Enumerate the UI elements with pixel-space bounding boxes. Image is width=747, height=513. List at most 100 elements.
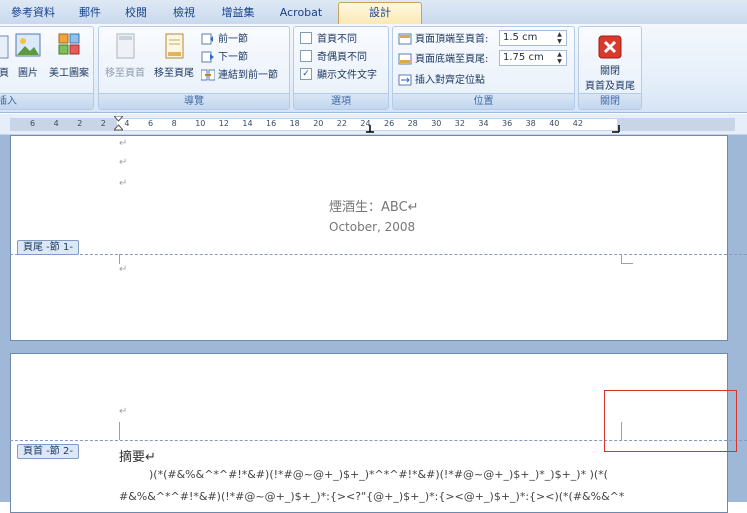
ruler-tick-label: 16 (266, 119, 277, 128)
clipart-label: 美工圖案 (49, 68, 89, 79)
group-navigation-label: 導覽 (99, 93, 289, 109)
ribbon-tab-bar: 參考資料 郵件 校閱 檢視 增益集 Acrobat 設計 (0, 0, 747, 25)
next-section-button[interactable]: 下一節 (201, 49, 248, 66)
different-odd-even-label: 奇偶頁不同 (317, 52, 367, 63)
header-button-label: 頁 (0, 68, 9, 79)
clipart-icon (56, 31, 82, 61)
picture-icon (15, 31, 41, 61)
right-tab-stop-icon[interactable] (612, 123, 620, 133)
different-odd-even-check[interactable] (300, 50, 312, 62)
tab-review[interactable]: 校閱 (120, 3, 152, 23)
ruler-tick-label: 36 (502, 119, 513, 128)
ruler-tick-label: 20 (313, 119, 324, 128)
body-line-2[interactable]: #&%&^*^#!*&#)(!*#@~@+_)$+_)*:{><?"{@+_)$… (119, 490, 624, 503)
header-from-top-row: 頁面頂端至頁首: (398, 31, 488, 48)
link-to-previous-label: 連結到前一節 (218, 70, 278, 81)
header-position-icon (398, 33, 412, 45)
different-first-page-checkbox[interactable]: 首頁不同 (300, 31, 357, 48)
margin-corner-mark (621, 263, 633, 264)
show-document-text-label: 顯示文件文字 (317, 70, 377, 81)
close-icon (598, 35, 622, 59)
highlight-box (604, 390, 737, 452)
tab-design[interactable]: 設計 (338, 2, 422, 25)
header-from-top-spinner[interactable]: 1.5 cm ▲ ▼ (499, 30, 567, 46)
tab-mailings[interactable]: 郵件 (74, 3, 106, 23)
alignment-tab-icon (398, 74, 412, 86)
previous-section-icon (201, 33, 215, 45)
ruler-tick-label: 40 (549, 119, 560, 128)
margin-corner-mark (119, 254, 120, 264)
picture-button[interactable]: 圖片 (13, 31, 43, 79)
footer-from-bottom-spinner[interactable]: 1.75 cm ▲ ▼ (499, 50, 567, 66)
show-document-text-check[interactable]: ✓ (300, 68, 312, 80)
footer-center-line1[interactable]: 煙酒生：ABC↵ (329, 196, 419, 215)
group-position-label: 位置 (393, 93, 574, 109)
ruler-tick-label: 18 (289, 119, 300, 128)
group-navigation: 移至頁首 移至頁尾 前一節 下一節 連結到前一節 導覽 (98, 26, 290, 110)
next-section-icon (201, 51, 215, 63)
different-first-page-label: 首頁不同 (317, 34, 357, 45)
group-options: 首頁不同 奇偶頁不同 ✓ 顯示文件文字 選項 (293, 26, 389, 110)
goto-footer-icon (161, 31, 187, 61)
different-odd-even-checkbox[interactable]: 奇偶頁不同 (300, 49, 367, 66)
paragraph-mark: ↵ (119, 157, 128, 168)
footer-position-icon (398, 53, 412, 65)
header-from-top-label: 頁面頂端至頁首: (415, 34, 489, 45)
spinner-arrows-icon[interactable]: ▲ ▼ (555, 31, 564, 45)
page-1[interactable]: ↵ ↵ ↵ 煙酒生：ABC↵ October, 2008 頁尾 -節 1- ↵ (10, 135, 747, 341)
show-document-text-checkbox[interactable]: ✓ 顯示文件文字 (300, 67, 377, 84)
indent-marker-icon[interactable] (112, 115, 125, 132)
ruler-tick-label: 14 (242, 119, 253, 128)
header-section-tag: 頁首 -節 2- (17, 444, 79, 459)
link-to-previous-button[interactable]: 連結到前一節 (200, 67, 278, 84)
paragraph-mark: ↵ (119, 406, 128, 417)
footer-from-bottom-row: 頁面底端至頁尾: (398, 51, 488, 68)
goto-footer-button[interactable]: 移至頁尾 (151, 31, 197, 79)
ruler-tick-label: 32 (454, 119, 465, 128)
ruler-tick-label: 10 (195, 119, 206, 128)
ruler-tick-label: 42 (572, 119, 583, 128)
goto-header-button[interactable]: 移至頁首 (101, 31, 149, 79)
group-close-label: 關閉 (579, 93, 641, 109)
close-label-line1: 關閉 (600, 66, 620, 77)
goto-header-label: 移至頁首 (105, 68, 145, 79)
ruler-tick-label: 8 (171, 119, 177, 128)
body-line-1[interactable]: )(*(#&%&^*^#!*&#)(!*#@~@+_)$+_)*^*^#!*&#… (149, 468, 608, 481)
horizontal-ruler[interactable]: 6 4 2 2 4 6 8 10 12 14 16 18 20 22 24 26 28 30 32 34 36 38 40 4… (0, 114, 747, 135)
footer-center-line2[interactable]: October, 2008 (329, 220, 415, 234)
footer-from-bottom-label: 頁面底端至頁尾: (415, 54, 489, 65)
spinner-arrows-icon[interactable]: ▲ ▼ (555, 51, 564, 65)
close-header-footer-button[interactable]: 關閉 頁首及頁尾 (581, 31, 639, 92)
ribbon: 頁 圖片 美工圖案 插入 移至頁首 移至頁尾 前一節 下一節 連結到前一節 導覽… (0, 24, 747, 113)
group-position: 頁面頂端至頁首: 1.5 cm ▲ ▼ 頁面底端至頁尾: 1.75 cm ▲ ▼ 插… (392, 26, 575, 110)
goto-footer-label: 移至頁尾 (154, 68, 194, 79)
tab-references[interactable]: 參考資料 (6, 3, 60, 23)
tab-acrobat[interactable]: Acrobat (276, 3, 326, 23)
footer-boundary-line (10, 254, 747, 255)
different-first-page-check[interactable] (300, 32, 312, 44)
picture-label: 圖片 (18, 68, 38, 79)
ruler-tick-label: 26 (384, 119, 395, 128)
paragraph-mark: ↵ (119, 178, 128, 189)
group-insert-label: 插入 (0, 93, 93, 109)
ruler-tick-label: 12 (218, 119, 229, 128)
insert-alignment-tab-button[interactable]: 插入對齊定位點 (398, 72, 485, 89)
abstract-heading[interactable]: 摘要↵ (119, 446, 156, 465)
previous-section-button[interactable]: 前一節 (201, 31, 248, 48)
header-button-partial[interactable]: 頁 (0, 31, 11, 79)
margin-corner-mark (119, 422, 120, 440)
footer-from-bottom-value: 1.75 cm (503, 52, 544, 63)
close-label-line2: 頁首及頁尾 (585, 81, 635, 92)
footer-section-tag: 頁尾 -節 1- (17, 240, 79, 255)
goto-header-icon (112, 31, 138, 61)
previous-section-label: 前一節 (218, 34, 248, 45)
clipart-button[interactable]: 美工圖案 (47, 31, 91, 79)
ruler-tick-label: 38 (525, 119, 536, 128)
center-tab-stop-icon[interactable] (366, 123, 374, 133)
insert-alignment-tab-label: 插入對齊定位點 (415, 75, 485, 86)
link-icon (200, 69, 216, 81)
ruler-tick-label: 28 (407, 119, 418, 128)
tab-addins[interactable]: 增益集 (216, 3, 260, 23)
tab-view[interactable]: 檢視 (168, 3, 200, 23)
next-section-label: 下一節 (218, 52, 248, 63)
